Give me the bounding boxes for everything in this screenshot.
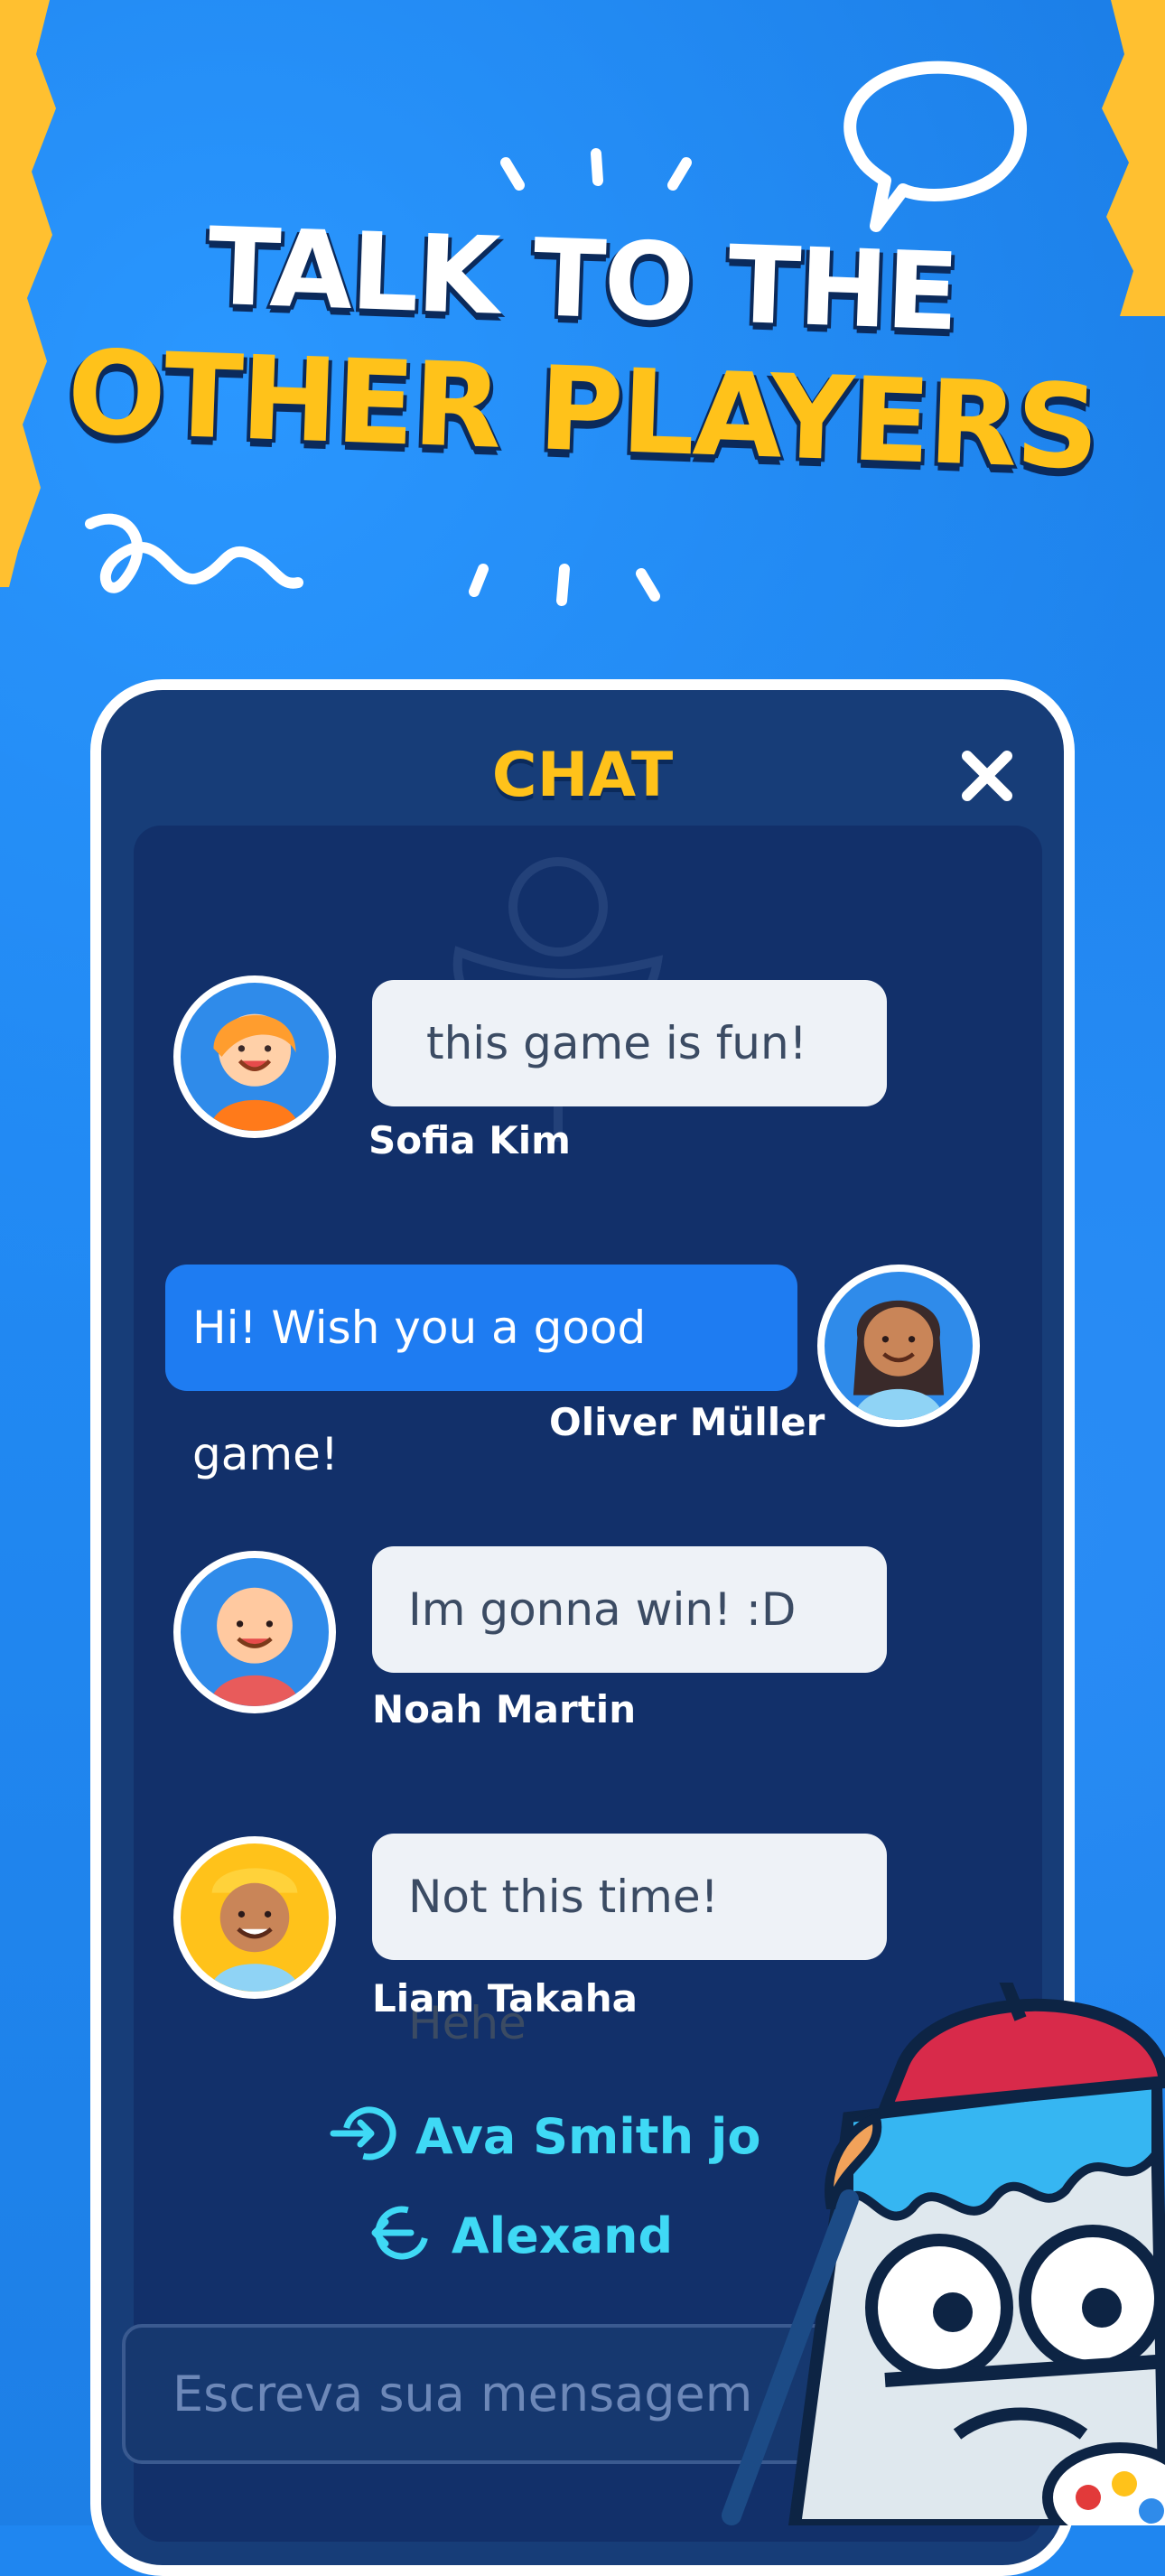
sparkle-lines-top (500, 148, 692, 191)
avatar (173, 1836, 336, 1999)
avatar-sofia-icon (209, 1013, 301, 1131)
message-sender-name: Sofia Kim (368, 1118, 571, 1162)
message-sender-name: Noah Martin (372, 1687, 637, 1731)
paint-bucket-mascot (722, 1983, 1165, 2525)
logout-icon (371, 2206, 429, 2260)
chat-bubble: this game is fun! (372, 980, 887, 1106)
chat-bubble: Not this time! Hehe (372, 1834, 887, 2049)
chat-bubble-own: Hi! Wish you a good game! (165, 1265, 797, 1480)
login-icon (330, 2106, 396, 2161)
chat-bubble: Im gonna win! :D (372, 1546, 887, 1673)
avatar (817, 1265, 980, 1427)
speech-bubble-doodle (843, 61, 1027, 232)
swirl-doodle (85, 513, 303, 593)
avatar (173, 975, 336, 1138)
avatar-noah-icon (209, 1587, 301, 1706)
sparkle-lines-bottom (469, 564, 660, 606)
message-sender-name: Oliver Müller (549, 1400, 825, 1444)
chat-title: CHAT (491, 740, 674, 811)
avatar (173, 1551, 336, 1713)
message-sender-name: Liam Takaha (372, 1976, 638, 2021)
close-icon[interactable] (951, 740, 1023, 812)
avatar-liam-icon (209, 1868, 301, 1992)
avatar-oliver-icon (853, 1300, 945, 1420)
